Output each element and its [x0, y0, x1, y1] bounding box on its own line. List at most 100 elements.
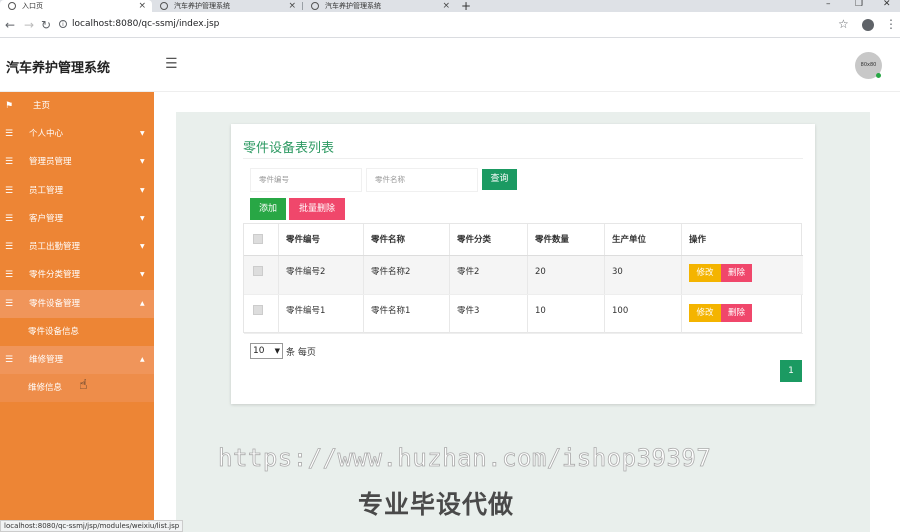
column-divider — [604, 256, 605, 294]
globe-icon — [160, 2, 168, 10]
browser-tab-bar: 入口页 × 汽车养护管理系统 × 汽车养护管理系统 × + – ❐ ✕ — [0, 0, 900, 13]
sidebar-subitem-label: 零件设备信息 — [28, 327, 80, 337]
sidebar-item-label: 维修管理 — [29, 355, 64, 365]
part-no-placeholder: 零件编号 — [259, 175, 289, 184]
sidebar-item-label: 零件分类管理 — [29, 270, 81, 280]
online-status-dot — [876, 73, 881, 78]
tab-title: 汽车养护管理系统 — [174, 2, 230, 10]
select-all-checkbox[interactable] — [253, 234, 263, 244]
column-divider — [604, 295, 605, 333]
cell-producer: 30 — [612, 267, 623, 277]
browser-status-bar: localhost:8080/qc-ssmj/jsp/modules/weixi… — [0, 520, 184, 532]
cell-part-no: 零件编号1 — [286, 306, 326, 316]
page-size-value: 10 — [253, 346, 265, 356]
page-title: 零件设备表列表 — [243, 141, 335, 156]
caret-down-icon: ▼ — [140, 158, 145, 165]
caret-up-icon: ▲ — [140, 300, 145, 307]
reload-icon[interactable]: ↻ — [41, 18, 51, 32]
page-button-current[interactable]: 1 — [780, 360, 802, 382]
delete-button[interactable]: 删除 — [721, 304, 752, 322]
back-icon[interactable]: ← — [5, 18, 15, 32]
sidebar-subitem-part-equipment-info[interactable]: 零件设备信息 — [0, 318, 154, 346]
sidebar-item-part-equipment-management[interactable]: ☰ 零件设备管理 ▲ — [0, 290, 154, 318]
url-field[interactable]: localhost:8080/qc-ssmj/index.jsp — [72, 19, 219, 29]
part-no-search-input[interactable]: 零件编号 — [250, 168, 362, 192]
list-icon: ☰ — [5, 299, 14, 309]
brand-title: 汽车养护管理系统 — [6, 61, 111, 76]
caret-up-icon: ▲ — [140, 356, 145, 363]
list-icon: ☰ — [5, 270, 14, 280]
page-size-select[interactable]: 10 ▼ — [250, 343, 283, 359]
bulk-delete-button[interactable]: 批量删除 — [289, 198, 345, 220]
browser-tab-3[interactable]: 汽车养护管理系统 × — [303, 0, 456, 12]
column-header-producer: 生产单位 — [612, 235, 647, 245]
add-button[interactable]: 添加 — [250, 198, 286, 220]
column-header-part-name: 零件名称 — [371, 235, 406, 245]
sidebar-subitem-repair-info[interactable]: 维修信息 — [0, 374, 154, 402]
delete-button[interactable]: 删除 — [721, 264, 752, 282]
list-icon: ☰ — [5, 214, 14, 224]
column-divider — [363, 224, 364, 255]
sidebar-item-staff-management[interactable]: ☰ 员工管理 ▼ — [0, 177, 154, 205]
sidebar-item-label: 零件设备管理 — [29, 299, 81, 309]
window-close-icon[interactable]: ✕ — [883, 0, 891, 9]
hamburger-menu-icon[interactable]: ☰ — [165, 56, 178, 72]
cell-part-name: 零件名称1 — [371, 306, 411, 316]
sidebar-item-part-category-management[interactable]: ☰ 零件分类管理 ▼ — [0, 261, 154, 289]
sidebar-item-home[interactable]: ⚑ 主页 — [0, 92, 154, 120]
list-icon: ☰ — [5, 355, 14, 365]
info-icon[interactable]: i — [59, 20, 67, 28]
browser-tab-2[interactable]: 汽车养护管理系统 × — [152, 0, 302, 12]
table-header: 零件编号 零件名称 零件分类 零件数量 生产单位 操作 — [244, 224, 803, 256]
sidebar-item-label: 个人中心 — [29, 129, 64, 139]
table-row: 零件编号1 零件名称1 零件3 10 100 修改 删除 — [244, 295, 803, 334]
tab-title: 入口页 — [22, 2, 43, 10]
part-name-placeholder: 零件名称 — [375, 175, 405, 184]
chevron-down-icon: ▼ — [274, 347, 280, 355]
globe-icon — [311, 2, 319, 10]
list-icon: ☰ — [5, 242, 14, 252]
sidebar-item-personal-center[interactable]: ☰ 个人中心 ▼ — [0, 120, 154, 148]
forward-icon[interactable]: → — [24, 18, 34, 32]
part-name-search-input[interactable]: 零件名称 — [366, 168, 478, 192]
column-divider — [527, 256, 528, 294]
cell-part-no: 零件编号2 — [286, 267, 326, 277]
address-bar: ← → ↻ i localhost:8080/qc-ssmj/index.jsp… — [0, 12, 900, 38]
sidebar-item-label: 主页 — [33, 101, 51, 111]
mouse-cursor-icon: ☝ — [79, 377, 88, 393]
restore-icon[interactable]: ❐ — [855, 0, 863, 9]
list-icon: ☰ — [5, 157, 14, 167]
close-tab-icon[interactable]: × — [288, 0, 296, 12]
sidebar-item-repair-management[interactable]: ☰ 维修管理 ▲ — [0, 346, 154, 374]
sidebar-item-label: 员工管理 — [29, 186, 64, 196]
row-checkbox[interactable] — [253, 305, 263, 315]
cell-category: 零件3 — [457, 306, 480, 316]
browser-tab-1[interactable]: 入口页 × — [0, 0, 152, 12]
sidebar-item-attendance-management[interactable]: ☰ 员工出勤管理 ▼ — [0, 233, 154, 261]
title-divider — [243, 158, 803, 159]
close-tab-icon[interactable]: × — [442, 0, 450, 12]
profile-icon[interactable] — [862, 19, 874, 31]
sidebar-item-customer-management[interactable]: ☰ 客户管理 ▼ — [0, 205, 154, 233]
caret-down-icon: ▼ — [140, 243, 145, 250]
sidebar-item-label: 员工出勤管理 — [29, 242, 81, 252]
row-checkbox[interactable] — [253, 266, 263, 276]
minimize-icon[interactable]: – — [826, 0, 831, 9]
close-tab-icon[interactable]: × — [138, 0, 146, 12]
edit-button[interactable]: 修改 — [689, 264, 721, 282]
search-button[interactable]: 查询 — [482, 169, 517, 190]
column-header-actions: 操作 — [689, 235, 707, 245]
sidebar-item-admin-management[interactable]: ☰ 管理员管理 ▼ — [0, 148, 154, 176]
caret-down-icon: ▼ — [140, 271, 145, 278]
per-page-label: 条 每页 — [286, 348, 316, 358]
edit-button[interactable]: 修改 — [689, 304, 721, 322]
column-divider — [527, 295, 528, 333]
bookmark-star-icon[interactable]: ☆ — [838, 17, 849, 31]
sidebar-item-label: 客户管理 — [29, 214, 64, 224]
column-divider — [681, 256, 682, 294]
sidebar-item-label: 管理员管理 — [29, 157, 72, 167]
caret-down-icon: ▼ — [140, 130, 145, 137]
column-divider — [604, 224, 605, 255]
list-icon: ☰ — [5, 186, 14, 196]
browser-menu-icon[interactable]: ⋮ — [885, 17, 897, 31]
